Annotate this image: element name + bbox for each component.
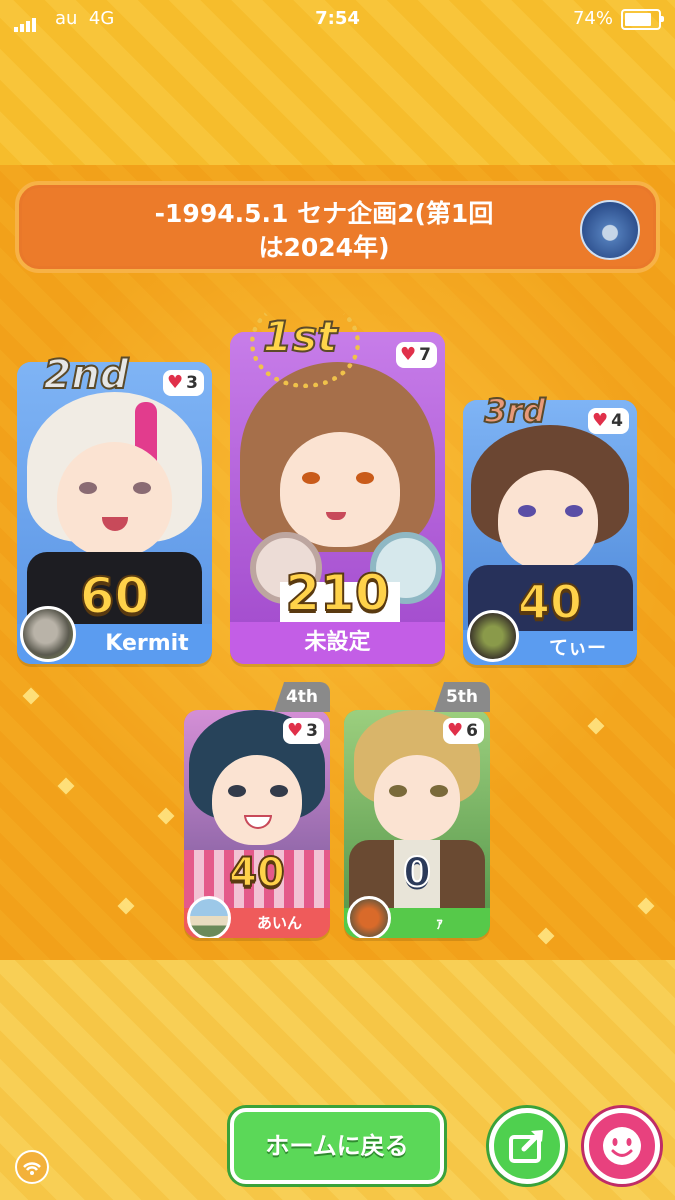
rank-medal-1st: 1st bbox=[262, 311, 338, 362]
like-count: ♥ 6 bbox=[443, 718, 484, 744]
player-avatar bbox=[20, 606, 76, 662]
status-bar: au 4G 7:54 74% bbox=[0, 0, 675, 38]
emote-button[interactable] bbox=[584, 1108, 660, 1184]
share-button[interactable] bbox=[489, 1108, 565, 1184]
player-avatar bbox=[187, 896, 231, 938]
home-button[interactable]: ホームに戻る bbox=[230, 1108, 444, 1184]
score: 0 bbox=[402, 849, 432, 897]
player-name: ｧ bbox=[435, 914, 444, 932]
result-card-2nd[interactable]: 60 Kermit ♥ 3 bbox=[17, 362, 212, 664]
room-title-bar: -1994.5.1 セナ企画2(第1回 は2024年) bbox=[15, 181, 660, 273]
like-count: ♥ 3 bbox=[283, 718, 324, 744]
rank-medal-2nd: 2nd bbox=[43, 351, 130, 399]
smiley-icon bbox=[603, 1127, 641, 1165]
like-count: ♥ 7 bbox=[396, 342, 437, 368]
result-card-5th[interactable]: 0 ｧ ♥ 6 bbox=[344, 710, 490, 938]
player-name: あいん bbox=[256, 914, 302, 932]
battery-icon bbox=[621, 9, 664, 30]
result-card-3rd[interactable]: 40 てぃー ♥ 4 bbox=[463, 400, 637, 665]
heart-icon: ♥ bbox=[400, 344, 417, 365]
score: 210 bbox=[284, 563, 390, 623]
heart-icon: ♥ bbox=[447, 720, 464, 741]
result-card-1st[interactable]: 210 未設定 ♥ 7 bbox=[230, 332, 445, 664]
heart-icon: ♥ bbox=[592, 410, 609, 431]
room-title: -1994.5.1 セナ企画2(第1回 は2024年) bbox=[154, 199, 494, 262]
result-card-4th[interactable]: 40 あいん ♥ 3 bbox=[184, 710, 330, 938]
heart-icon: ♥ bbox=[167, 372, 184, 393]
heart-icon: ♥ bbox=[287, 720, 304, 741]
share-icon bbox=[509, 1130, 543, 1163]
player-avatar bbox=[467, 610, 519, 662]
like-count: ♥ 4 bbox=[588, 408, 629, 434]
like-count: ♥ 3 bbox=[163, 370, 204, 396]
wifi-icon[interactable] bbox=[15, 1150, 49, 1184]
player-name: 未設定 bbox=[304, 630, 371, 655]
player-avatar bbox=[347, 896, 391, 938]
rank-medal-3rd: 3rd bbox=[484, 391, 547, 431]
score: 40 bbox=[228, 849, 286, 897]
room-host-avatar[interactable] bbox=[580, 200, 640, 260]
battery-percent: 74% bbox=[572, 8, 613, 29]
player-name: てぃー bbox=[548, 637, 606, 659]
player-name: Kermit bbox=[105, 631, 189, 656]
